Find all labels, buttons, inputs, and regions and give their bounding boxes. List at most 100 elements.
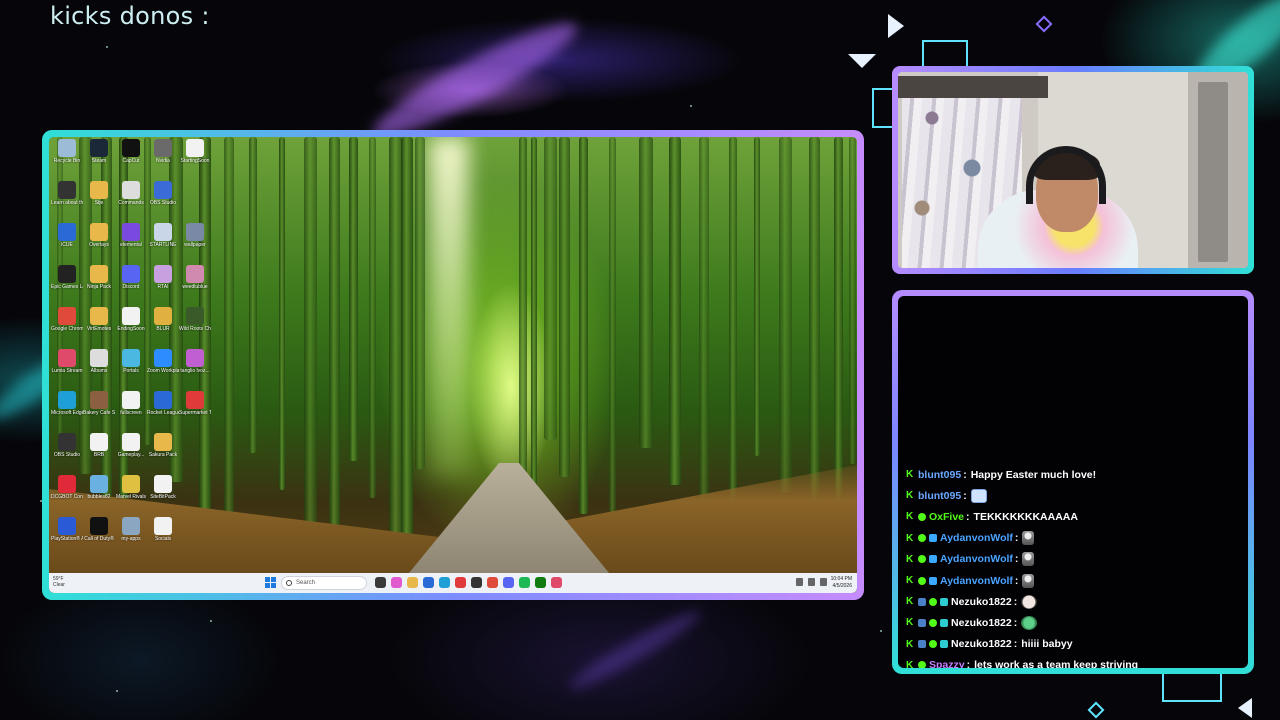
- desktop-icon-label: Marvel Rivals: [115, 494, 146, 500]
- desktop-icon[interactable]: PlayStation® Accessories: [51, 517, 83, 559]
- spotify-icon[interactable]: [519, 577, 530, 588]
- desktop-icon[interactable]: Zoom Workplace: [147, 349, 179, 391]
- desktop-icon[interactable]: EndingSoon: [115, 307, 147, 349]
- desktop-icon[interactable]: Learn about this picture: [51, 181, 83, 223]
- folder-icon[interactable]: [407, 577, 418, 588]
- desktop-icon[interactable]: my-apps: [115, 517, 147, 559]
- chat-username[interactable]: Spazzy: [929, 659, 965, 668]
- desktop-icon[interactable]: Recycle Bin: [51, 139, 83, 181]
- desktop-icon[interactable]: Google Chrome: [51, 307, 83, 349]
- chat-username[interactable]: blunt095: [918, 490, 961, 502]
- speaker-icon[interactable]: [808, 578, 815, 586]
- folder-icon: [90, 181, 108, 199]
- desktop-icon[interactable]: OBS Studio: [147, 181, 179, 223]
- chat-username[interactable]: Nezuko1822: [951, 617, 1012, 629]
- wifi-icon[interactable]: [796, 578, 803, 586]
- desktop-icon[interactable]: Nvidia: [147, 139, 179, 181]
- desktop-icon[interactable]: VirtEmotes: [83, 307, 115, 349]
- store-icon[interactable]: [423, 577, 434, 588]
- chat-username[interactable]: AydanvonWolf: [940, 575, 1013, 587]
- bamboo-stalk: [349, 137, 358, 461]
- user-badge-icon: [929, 640, 937, 649]
- file-icon: [122, 433, 140, 451]
- desktop-icon-label: Rocket League®: [147, 410, 179, 416]
- desktop-icon[interactable]: elemental: [115, 223, 147, 265]
- chat-username[interactable]: blunt095: [918, 469, 961, 481]
- start-button[interactable]: [265, 577, 276, 588]
- taskbar-search-box[interactable]: Search: [281, 576, 367, 590]
- desktop-icon[interactable]: Sakura Pack: [147, 433, 179, 475]
- chrome-icon[interactable]: [487, 577, 498, 588]
- chat-username[interactable]: AydanvonWolf: [940, 553, 1013, 565]
- desktop-icon[interactable]: DCGBOT Control: [51, 475, 83, 517]
- file-icon: [186, 139, 204, 157]
- desktop-icon[interactable]: Ninja Pack: [83, 265, 115, 307]
- desktop-icon[interactable]: Portals: [115, 349, 147, 391]
- epic-games-icon: [58, 265, 76, 283]
- arrow-icon: [1238, 698, 1252, 718]
- desktop-icon[interactable]: Bakery Cafe Simulator...: [83, 391, 115, 433]
- desktop-icon[interactable]: Socials: [147, 517, 179, 559]
- desktop-icon[interactable]: Epic Games Launcher: [51, 265, 83, 307]
- desktop-icon[interactable]: Stje: [83, 181, 115, 223]
- desktop-icon[interactable]: STARTLINE: [147, 223, 179, 265]
- chat-message: K AydanvonWolf:: [906, 570, 1240, 591]
- chat-username[interactable]: AydanvonWolf: [940, 532, 1013, 544]
- system-tray[interactable]: [796, 578, 827, 586]
- desktop-icon[interactable]: Supermarket Together: [179, 391, 211, 433]
- desktop-icon[interactable]: bubbles82: [83, 475, 115, 517]
- desktop-icon[interactable]: OBS Studio: [51, 433, 83, 475]
- chat-separator: :: [963, 489, 967, 502]
- bamboo-stalk: [559, 137, 570, 477]
- desktop-icon[interactable]: weedlublue: [179, 265, 211, 307]
- desktop-icon-label: wallpaper: [184, 242, 206, 248]
- desktop-icon[interactable]: Marvel Rivals: [115, 475, 147, 517]
- desktop-icon[interactable]: BLUR: [147, 307, 179, 349]
- chat-username[interactable]: Nezuko1822: [951, 638, 1012, 650]
- bamboo-stalk: [249, 137, 257, 453]
- desktop-icon[interactable]: Rocket League®: [147, 391, 179, 433]
- desktop-icon[interactable]: Microsoft Edge: [51, 391, 83, 433]
- desktop-icon[interactable]: tanglio lvoz...: [179, 349, 211, 391]
- desktop-icon-label: my-apps: [121, 536, 141, 542]
- weather-widget[interactable]: 59°F Clear: [53, 576, 65, 588]
- desktop-icon[interactable]: CapCut: [115, 139, 147, 181]
- desktop-icon[interactable]: fullscreen: [115, 391, 147, 433]
- folder-icon: [90, 307, 108, 325]
- desktop-icon[interactable]: StartingSoon: [179, 139, 211, 181]
- kick-logo-icon: K: [906, 469, 914, 481]
- desktop-icon[interactable]: Discord: [115, 265, 147, 307]
- taskbar-clock[interactable]: 10:04 PM 4/5/2026: [831, 576, 852, 590]
- desktop-icon[interactable]: Call of Duty®: [83, 517, 115, 559]
- windows-taskbar: 59°F Clear Search 10:04 PM 4/5/2026: [49, 573, 857, 593]
- edge-icon[interactable]: [439, 577, 450, 588]
- desktop-icon[interactable]: Steam: [83, 139, 115, 181]
- file-icon: [90, 433, 108, 451]
- desktop-icon[interactable]: wallpaper: [179, 223, 211, 265]
- file-explorer-icon[interactable]: [375, 577, 386, 588]
- desktop-icon[interactable]: Gameplay...: [115, 433, 147, 475]
- desktop-icon[interactable]: Albums: [83, 349, 115, 391]
- obs-icon[interactable]: [471, 577, 482, 588]
- desktop-icon[interactable]: BRB: [83, 433, 115, 475]
- desktop-icon[interactable]: iCUE: [51, 223, 83, 265]
- xbox-icon[interactable]: [535, 577, 546, 588]
- desktop-icon[interactable]: Overlays: [83, 223, 115, 265]
- chat-message: Kblunt095:: [906, 485, 1240, 506]
- desktop-icon[interactable]: Wild Roots Chef's Co...: [179, 307, 211, 349]
- chat-separator: :: [1013, 638, 1018, 651]
- desktop-icon[interactable]: RTAI: [147, 265, 179, 307]
- desktop-icon[interactable]: Lumia Stream: [51, 349, 83, 391]
- desktop-icon[interactable]: Commands: [115, 181, 147, 223]
- lumia-icon[interactable]: [551, 577, 562, 588]
- copilot-icon[interactable]: [391, 577, 402, 588]
- discord-icon[interactable]: [503, 577, 514, 588]
- user-badge-icon: [918, 534, 926, 543]
- chat-username[interactable]: Nezuko1822: [951, 596, 1012, 608]
- battery-icon[interactable]: [820, 578, 827, 586]
- desktop-icon[interactable]: SiteBitPack: [147, 475, 179, 517]
- desktop-icon: [179, 433, 211, 475]
- roblox-icon[interactable]: [455, 577, 466, 588]
- kick-logo-icon: K: [906, 511, 914, 523]
- chat-username[interactable]: OxFive: [929, 511, 964, 523]
